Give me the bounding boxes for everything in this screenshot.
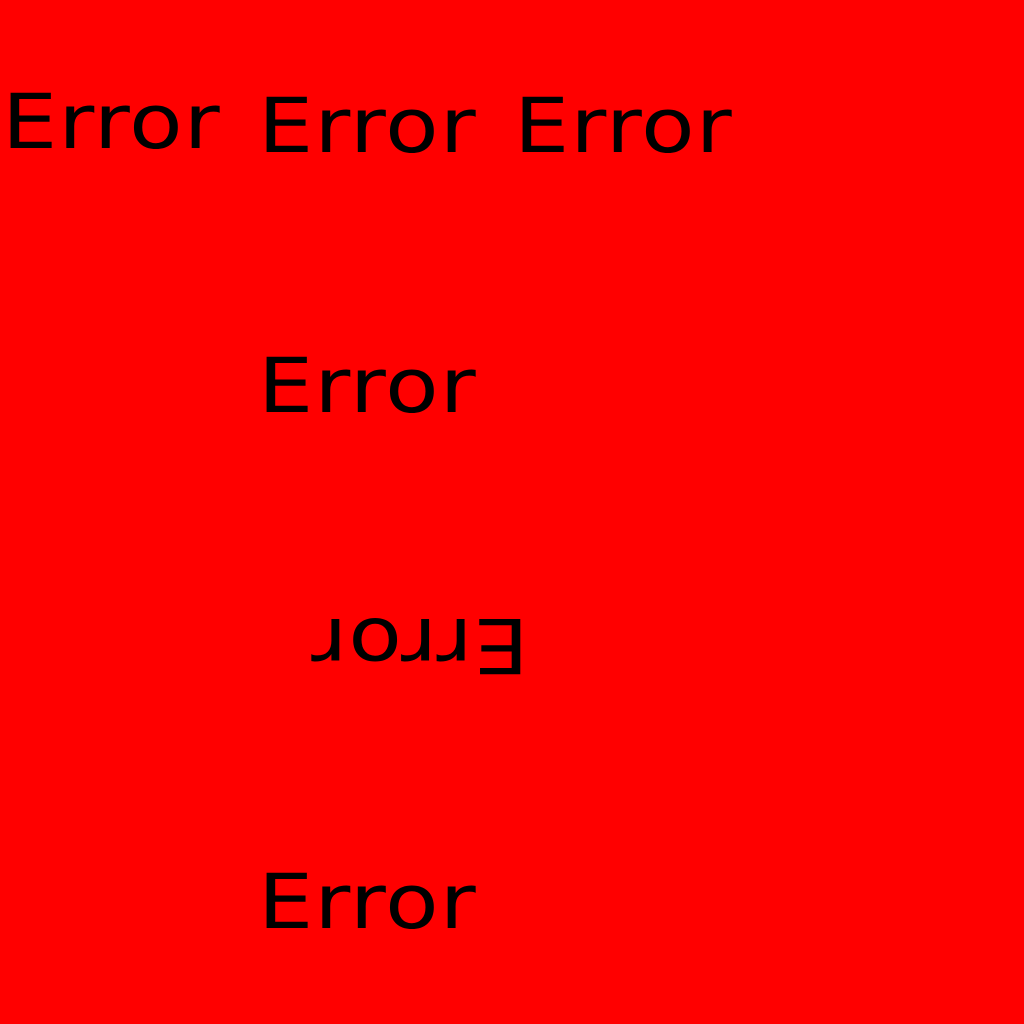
error-canvas: Error Error Error Error Error Error [0,0,1024,1024]
error-text-mirrored: Error [310,601,529,690]
error-text-top-right: Error [514,81,733,170]
error-text-center: Error [258,341,477,430]
error-text-top-middle: Error [258,81,477,170]
error-text-top-left: Error [2,77,221,166]
error-text-bottom: Error [258,857,477,946]
